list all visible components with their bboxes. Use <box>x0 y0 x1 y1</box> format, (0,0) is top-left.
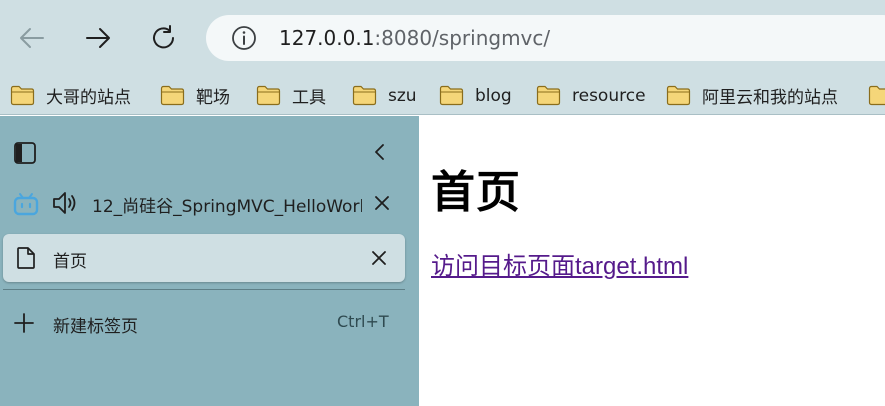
info-icon[interactable] <box>231 25 257 51</box>
bookmark-folder[interactable]: resource <box>536 76 646 115</box>
bookmark-label: 阿里云和我的站点 <box>702 88 838 108</box>
plus-icon <box>14 313 34 333</box>
tab-title: 首页 <box>53 252 87 272</box>
close-icon[interactable] <box>368 247 390 269</box>
arrow-right-icon <box>86 28 110 48</box>
page-icon <box>17 247 35 269</box>
new-tab-button[interactable]: 新建标签页 Ctrl+T <box>0 304 419 342</box>
folder-icon <box>160 85 185 106</box>
folder-icon <box>439 85 464 106</box>
new-tab-shortcut: Ctrl+T <box>337 312 389 331</box>
reload-button[interactable] <box>144 18 184 58</box>
bilibili-icon <box>13 193 39 216</box>
bookmark-folder[interactable]: szu <box>352 76 417 115</box>
bookmark-label: blog <box>475 85 512 106</box>
arrow-left-icon <box>20 28 44 48</box>
back-button[interactable] <box>12 18 52 58</box>
bookmark-folder[interactable]: 工具 <box>256 76 326 115</box>
bookmark-folder[interactable]: 靶场 <box>160 76 230 115</box>
bookmark-folder[interactable]: 阿里云和我的站点 <box>666 76 838 115</box>
bookmark-folder[interactable]: blog <box>439 76 512 115</box>
bookmark-folder-overflow[interactable] <box>868 76 885 115</box>
browser-toolbar: 127.0.0.1:8080/springmvc/ <box>0 0 885 76</box>
url-host: 127.0.0.1 <box>279 26 375 50</box>
vertical-tabs-sidebar: 12_尚硅谷_SpringMVC_HelloWorld 首页 新建标签页 Ctr… <box>0 116 419 406</box>
address-bar[interactable]: 127.0.0.1:8080/springmvc/ <box>206 15 885 61</box>
bookmarks-bar: 大哥的站点 靶场 工具 szu blog resource 阿里云和我的站点 <box>0 76 885 115</box>
page-content: 首页 访问目标页面target.html <box>419 116 885 406</box>
folder-icon <box>256 85 281 106</box>
url-text[interactable]: 127.0.0.1:8080/springmvc/ <box>279 15 550 61</box>
folder-icon <box>666 85 691 106</box>
new-tab-label: 新建标签页 <box>53 317 138 337</box>
sidebar-layout-icon[interactable] <box>13 141 37 165</box>
folder-icon <box>10 85 35 106</box>
close-icon[interactable] <box>371 192 393 214</box>
tab-title: 12_尚硅谷_SpringMVC_HelloWorld <box>92 197 362 217</box>
forward-button[interactable] <box>78 18 118 58</box>
collapse-sidebar-icon[interactable] <box>369 141 391 163</box>
folder-icon <box>536 85 561 106</box>
divider <box>3 289 405 290</box>
bookmark-label: resource <box>572 85 646 106</box>
bookmark-folder[interactable]: 大哥的站点 <box>10 76 131 115</box>
page-title: 首页 <box>431 167 521 218</box>
speaker-icon[interactable] <box>51 190 79 216</box>
folder-icon <box>868 85 885 106</box>
tab-item[interactable]: 12_尚硅谷_SpringMVC_HelloWorld <box>0 179 419 227</box>
bookmark-label: 靶场 <box>196 88 230 108</box>
target-page-link[interactable]: 访问目标页面target.html <box>431 246 688 281</box>
bookmark-label: 工具 <box>292 88 326 108</box>
tab-item-active[interactable]: 首页 <box>3 234 405 282</box>
bookmark-label: 大哥的站点 <box>46 88 131 108</box>
bookmark-label: szu <box>388 85 417 106</box>
url-path: :8080/springmvc/ <box>374 26 551 50</box>
reload-icon <box>153 25 174 49</box>
folder-icon <box>352 85 377 106</box>
